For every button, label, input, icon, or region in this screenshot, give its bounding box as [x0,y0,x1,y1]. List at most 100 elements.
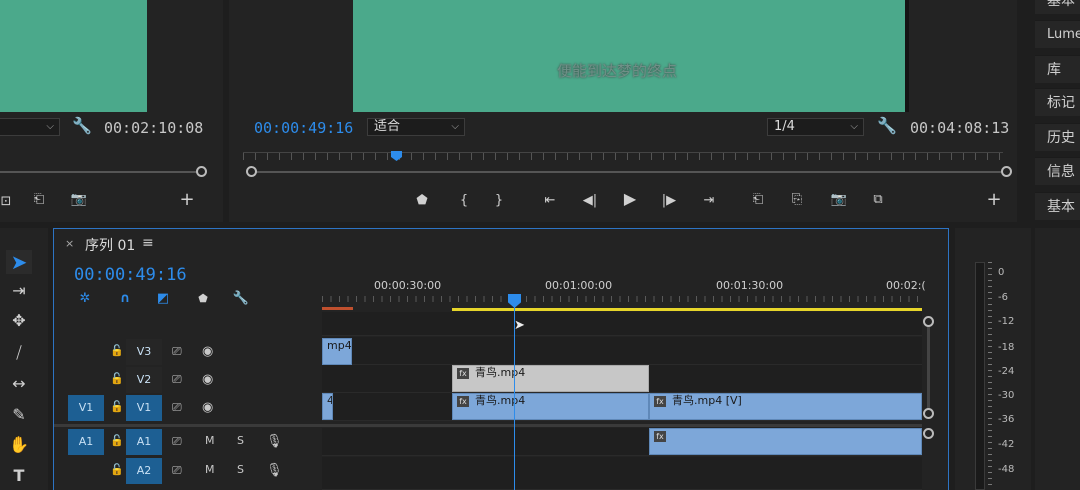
source-add-button-icon[interactable]: + [177,191,197,209]
video-audio-divider[interactable] [54,424,922,427]
clip-v1-qingniao[interactable]: fx 青鸟.mp4 [452,393,649,420]
mic-icon[interactable]: 🎙 [266,463,283,478]
lane-v3[interactable] [322,337,922,365]
source-settings-wrench-icon[interactable]: 🔧 [72,118,92,134]
program-mini-ruler[interactable] [243,152,1003,160]
track-a1-name[interactable]: A1 [126,429,162,455]
source-zoom-dropdown[interactable]: ⌵ [0,118,60,136]
track-v2-name[interactable]: V2 [126,367,162,393]
program-current-time[interactable]: 00:00:49:16 [254,119,353,137]
lane-empty-top[interactable] [322,312,922,336]
panel-item-history[interactable]: 历史 [1035,123,1080,151]
toggle-sync-icon[interactable]: ⎚ [172,372,182,387]
timeline-v-scroll-knob-top[interactable] [923,316,934,327]
panel-item-lumetri[interactable]: Lume [1035,20,1080,48]
toggle-sync-icon[interactable]: ⎚ [172,434,182,449]
program-fit-dropdown[interactable]: 适合 ⌵ [367,118,465,136]
eye-icon[interactable]: ◉ [202,400,213,415]
go-to-in-icon[interactable]: ⇤ [540,193,560,209]
timeline-tab-close[interactable]: × [65,237,74,250]
program-scrub-bar[interactable] [253,171,1001,173]
mark-in-icon[interactable]: { [457,193,471,209]
program-zoom-knob-left[interactable] [246,166,257,177]
timeline-playhead-line[interactable] [514,306,515,490]
toggle-sync-icon[interactable]: ⎚ [172,463,182,478]
program-subtitle: 便能到达梦的终点 [557,62,678,80]
timeline-tab-title[interactable]: 序列 01 [85,235,135,255]
lock-icon[interactable]: 🔓 [110,400,124,413]
extract-icon[interactable]: ⎘ [786,192,808,208]
toggle-sync-icon[interactable]: ⎚ [172,344,182,359]
pen-tool-icon[interactable]: ✎ [6,403,32,427]
ripple-edit-tool-icon[interactable]: ✥ [6,309,32,333]
lift-icon[interactable]: ⎗ [747,192,769,208]
source-scrub-bar[interactable] [0,171,198,173]
timeline-settings-wrench-icon[interactable]: 🔧 [232,291,250,307]
go-to-out-icon[interactable]: ⇥ [699,193,719,209]
track-v3-name[interactable]: V3 [126,339,162,365]
step-forward-icon[interactable]: |▶ [660,193,678,209]
timeline-timecode[interactable]: 00:00:49:16 [74,265,187,285]
source-duration: 00:02:10:08 [104,119,204,137]
panel-item-info[interactable]: 信息 [1035,157,1080,185]
panel-item-markers[interactable]: 标记 [1035,88,1080,116]
panel-item-library[interactable]: 库 [1035,55,1080,83]
source-zoom-knob[interactable] [196,166,207,177]
type-tool-icon[interactable]: T [6,464,32,488]
track-a2-name[interactable]: A2 [126,458,162,484]
source-patch-a1[interactable]: A1 [68,429,104,455]
hand-tool-icon[interactable]: ✋ [6,433,32,457]
mute-button[interactable]: M [205,463,215,476]
program-add-button-icon[interactable]: + [984,191,1004,209]
vertical-zoom-bar[interactable] [927,320,930,414]
eye-icon[interactable]: ◉ [202,344,213,359]
timeline-v-scroll-knob-bottom[interactable] [923,408,934,419]
source-patch-v1[interactable]: V1 [68,395,104,421]
clip-a1-audio[interactable]: fx [649,428,922,455]
selection-tool-icon[interactable]: ➤ [6,250,32,274]
linked-selection-icon[interactable]: ◩ [154,291,172,307]
program-zoom-knob-right[interactable] [1001,166,1012,177]
program-fit-label: 适合 [374,119,401,134]
razor-tool-icon[interactable]: ⧸ [6,341,32,365]
program-frame-border [905,0,909,112]
step-back-icon[interactable]: ◀| [581,193,599,209]
source-export-frame-icon[interactable]: 📷 [68,192,90,208]
slip-tool-icon[interactable]: ↔ [6,372,32,396]
eye-icon[interactable]: ◉ [202,372,213,387]
lock-icon[interactable]: 🔓 [110,434,124,447]
clip-v3-partial[interactable]: mp4 [322,338,352,365]
comparison-view-icon[interactable]: ⧉ [868,192,888,208]
lock-icon[interactable]: 🔓 [110,463,124,476]
clip-v1-qingniao-v[interactable]: fx 青鸟.mp4 [V] [649,393,922,420]
program-resolution-dropdown[interactable]: 1/4 ⌵ [767,118,864,136]
timeline-ruler-ticks[interactable] [322,296,922,302]
nest-toggle-icon[interactable]: ✲ [76,291,94,307]
timeline-marker-icon[interactable]: ⬟ [195,291,211,307]
panel-item-essential-2[interactable]: 基本 [1035,192,1080,220]
solo-button[interactable]: S [237,463,244,476]
timeline-tab-menu[interactable]: ≡ [142,235,154,251]
lock-icon[interactable]: 🔓 [110,372,124,385]
clip-v2-qingniao[interactable]: fx 青鸟.mp4 [452,365,649,392]
track-v1-name[interactable]: V1 [126,395,162,421]
work-area-bar[interactable] [452,308,922,311]
timeline-a-scroll-knob[interactable] [923,428,934,439]
lock-icon[interactable]: 🔓 [110,344,124,357]
program-settings-wrench-icon[interactable]: 🔧 [877,118,897,134]
solo-button[interactable]: S [237,434,244,447]
panel-item-essential[interactable]: 基本 [1035,0,1080,14]
toggle-sync-icon[interactable]: ⎚ [172,400,182,415]
play-icon[interactable]: ▶ [621,191,639,207]
source-insert-icon[interactable]: ⊡ [0,194,12,210]
add-marker-icon[interactable]: ⬟ [415,193,429,209]
export-frame-icon[interactable]: 📷 [829,192,849,208]
source-overwrite-icon[interactable]: ⎗ [28,192,50,208]
snap-magnet-icon[interactable]: ∩ [116,291,134,307]
lane-a2[interactable] [322,457,922,490]
mark-out-icon[interactable]: } [492,193,506,209]
track-select-tool-icon[interactable]: ⇥ [6,279,32,303]
mic-icon[interactable]: 🎙 [266,434,283,449]
mute-button[interactable]: M [205,434,215,447]
clip-v1-partial[interactable]: 4 [322,393,333,420]
